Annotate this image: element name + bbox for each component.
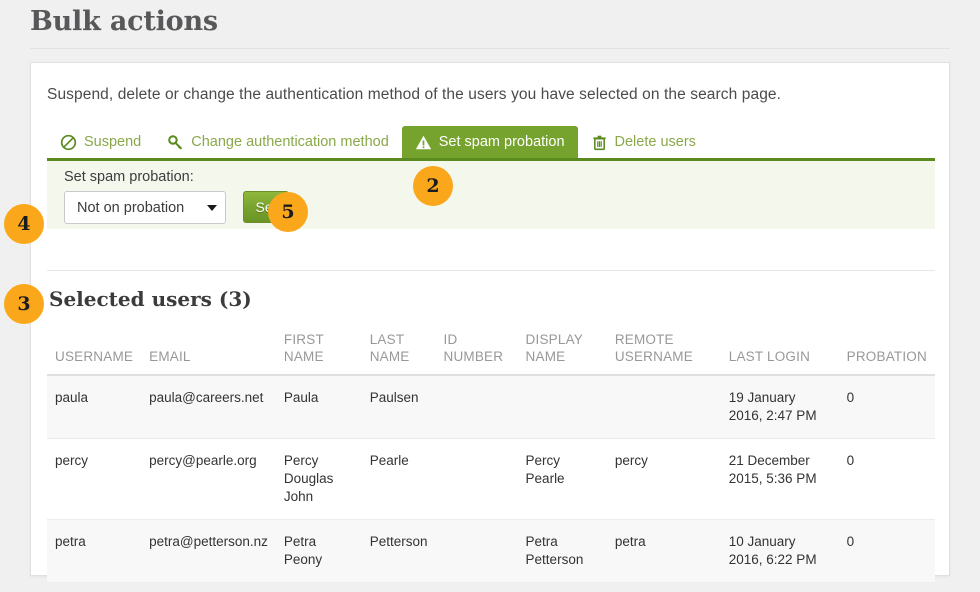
cell-id-number bbox=[435, 438, 518, 520]
cell-probation: 0 bbox=[838, 375, 935, 439]
callout-badge-3: 3 bbox=[4, 284, 44, 324]
column-header-display-name[interactable]: DISPLAY NAME bbox=[517, 331, 607, 376]
cell-last-login: 21 December 2015, 5:36 PM bbox=[720, 438, 839, 520]
section-divider bbox=[47, 270, 935, 271]
column-header-id-number[interactable]: ID NUMBER bbox=[435, 331, 518, 376]
table-head: USERNAME EMAIL FIRST NAME LAST NAME ID N… bbox=[47, 331, 935, 376]
tab-suspend[interactable]: Suspend bbox=[47, 126, 154, 159]
cell-email: petra@petterson.nz bbox=[141, 519, 276, 583]
table-row[interactable]: paula paula@careers.net Paula Paulsen 19… bbox=[47, 375, 935, 439]
callout-badge-5: 5 bbox=[268, 192, 308, 232]
cell-first-name: Paula bbox=[275, 375, 362, 439]
cell-remote-username: percy bbox=[606, 438, 721, 520]
cell-email: percy@pearle.org bbox=[141, 438, 276, 520]
column-header-username[interactable]: USERNAME bbox=[47, 331, 142, 376]
column-header-last-name[interactable]: LAST NAME bbox=[361, 331, 436, 376]
table-row[interactable]: petra petra@petterson.nz Petra Peony Pet… bbox=[47, 519, 935, 583]
cell-username: percy bbox=[47, 438, 142, 520]
cell-last-name: Petterson bbox=[361, 519, 436, 583]
page-title: Bulk actions bbox=[30, 6, 218, 37]
tab-delete-users-label: Delete users bbox=[614, 133, 696, 150]
spam-probation-select[interactable]: Not on probation bbox=[64, 191, 226, 224]
tab-set-spam-probation-label: Set spam probation bbox=[438, 133, 565, 150]
cell-last-login: 10 January 2016, 6:22 PM bbox=[720, 519, 839, 583]
table-row[interactable]: percy percy@pearle.org Percy Douglas Joh… bbox=[47, 438, 935, 520]
callout-badge-2: 2 bbox=[413, 166, 453, 206]
cell-id-number bbox=[435, 375, 518, 439]
cell-probation: 0 bbox=[838, 438, 935, 520]
ban-icon bbox=[60, 134, 77, 151]
cell-first-name: Petra Peony bbox=[275, 519, 362, 583]
cell-email: paula@careers.net bbox=[141, 375, 276, 439]
table-header-row: USERNAME EMAIL FIRST NAME LAST NAME ID N… bbox=[47, 331, 935, 376]
callout-badge-4: 4 bbox=[4, 204, 44, 244]
tab-set-spam-probation[interactable]: Set spam probation bbox=[401, 126, 578, 159]
panel-description: Suspend, delete or change the authentica… bbox=[47, 86, 782, 103]
column-header-first-name[interactable]: FIRST NAME bbox=[275, 331, 362, 376]
cell-username: paula bbox=[47, 375, 142, 439]
column-header-last-login[interactable]: LAST LOGIN bbox=[720, 331, 839, 376]
cell-username: petra bbox=[47, 519, 142, 583]
cell-display-name: Petra Petterson bbox=[517, 519, 607, 583]
key-icon bbox=[167, 134, 184, 151]
bulk-actions-panel: Suspend, delete or change the authentica… bbox=[30, 62, 950, 583]
cell-probation: 0 bbox=[838, 519, 935, 583]
cell-remote-username bbox=[606, 375, 721, 439]
cell-last-name: Paulsen bbox=[361, 375, 436, 439]
cell-id-number bbox=[435, 519, 518, 583]
selected-users-table: USERNAME EMAIL FIRST NAME LAST NAME ID N… bbox=[47, 331, 935, 583]
cell-last-name: Pearle bbox=[361, 438, 436, 520]
spam-probation-label: Set spam probation: bbox=[64, 169, 194, 185]
page-root: Bulk actions Suspend, delete or change t… bbox=[0, 0, 980, 592]
tab-change-authentication-method-label: Change authentication method bbox=[191, 133, 389, 150]
chevron-down-icon bbox=[207, 204, 217, 211]
selected-users-heading: Selected users (3) bbox=[49, 287, 252, 311]
column-header-email[interactable]: EMAIL bbox=[141, 331, 276, 376]
tab-change-authentication-method[interactable]: Change authentication method bbox=[154, 126, 402, 159]
warning-triangle-icon bbox=[415, 134, 432, 151]
title-divider bbox=[30, 48, 950, 49]
cell-first-name: Percy Douglas John bbox=[275, 438, 362, 520]
cell-display-name bbox=[517, 375, 607, 439]
cell-display-name: Percy Pearle bbox=[517, 438, 607, 520]
tab-suspend-label: Suspend bbox=[84, 133, 142, 150]
column-header-probation[interactable]: PROBATION bbox=[838, 331, 935, 376]
trash-icon bbox=[591, 134, 608, 151]
bulk-action-tabs: Suspend Change authentication method Set… bbox=[47, 126, 935, 159]
cell-last-login: 19 January 2016, 2:47 PM bbox=[720, 375, 839, 439]
spam-probation-form: Set spam probation: Not on probation Set bbox=[47, 161, 935, 229]
tab-delete-users[interactable]: Delete users bbox=[578, 126, 709, 159]
column-header-remote-username[interactable]: REMOTE USERNAME bbox=[606, 331, 721, 376]
table-body: paula paula@careers.net Paula Paulsen 19… bbox=[47, 375, 935, 583]
spam-probation-select-value: Not on probation bbox=[77, 199, 185, 216]
cell-remote-username: petra bbox=[606, 519, 721, 583]
